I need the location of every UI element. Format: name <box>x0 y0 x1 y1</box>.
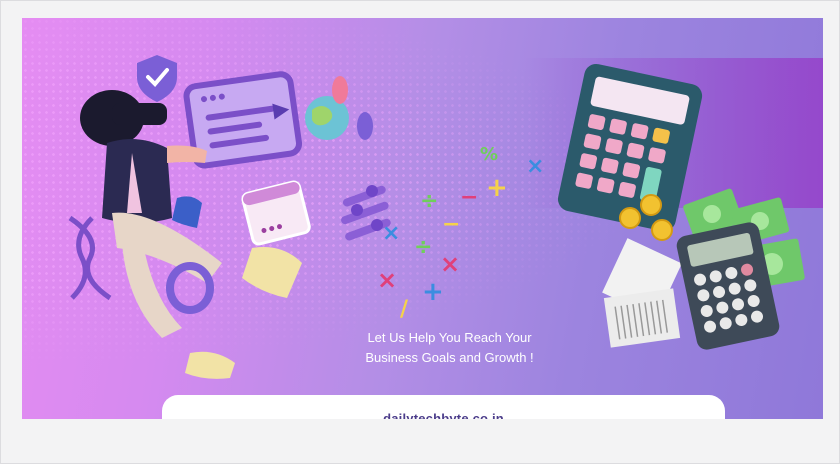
svg-text:÷: ÷ <box>420 189 438 214</box>
dna-icon <box>68 215 112 301</box>
content-frame: % × + − ÷ × − ÷ × × + / Let Us Help You … <box>0 0 840 464</box>
math-symbols: % × + − ÷ × − ÷ × × + / <box>377 144 544 322</box>
svg-text:×: × <box>382 221 400 246</box>
svg-text:+: + <box>422 277 444 307</box>
website-card: dailytechbyte.co.in <box>162 395 725 419</box>
svg-text:×: × <box>440 250 460 278</box>
svg-text:−: − <box>442 212 460 237</box>
svg-text:×: × <box>377 266 397 294</box>
promo-banner: % × + − ÷ × − ÷ × × + / Let Us Help You … <box>22 18 823 419</box>
svg-text:/: / <box>400 297 409 322</box>
small-calculator-icon <box>676 222 780 350</box>
globe-icon <box>305 76 373 140</box>
tagline-line-1: Let Us Help You Reach Your <box>367 330 532 345</box>
receipt-icon <box>602 238 682 348</box>
svg-text:÷: ÷ <box>414 235 432 260</box>
window-card-icon <box>241 180 311 246</box>
svg-text:%: % <box>480 144 498 165</box>
svg-text:+: + <box>486 173 508 203</box>
banner-tagline: Let Us Help You Reach Your Business Goal… <box>342 328 557 368</box>
shield-check-icon <box>137 55 177 102</box>
website-link[interactable]: dailytechbyte.co.in <box>162 411 725 419</box>
tagline-line-2: Business Goals and Growth ! <box>365 350 534 365</box>
svg-text:−: − <box>460 185 478 210</box>
svg-text:×: × <box>526 154 544 179</box>
